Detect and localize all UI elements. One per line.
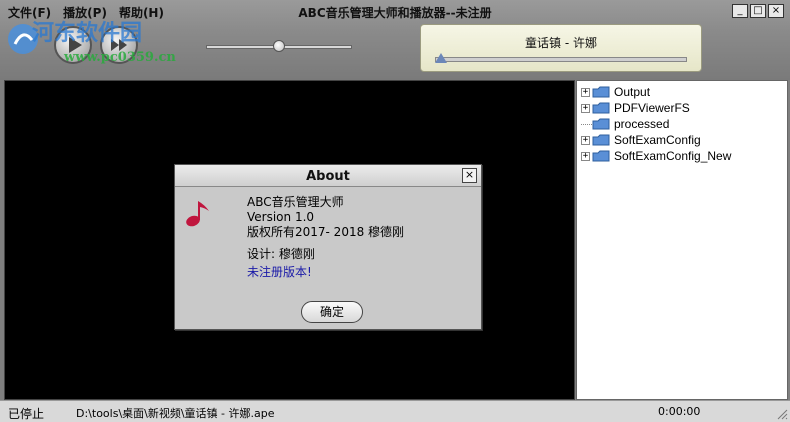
volume-slider-thumb[interactable] xyxy=(273,40,285,52)
file-path: D:\tools\桌面\新视频\童话镇 - 许娜.ape xyxy=(76,407,275,420)
tree-item-softexamconfig[interactable]: + SoftExamConfig xyxy=(581,132,701,148)
tree-item-pdfviewerfs[interactable]: + PDFViewerFS xyxy=(581,100,690,116)
tree-item-processed[interactable]: processed xyxy=(581,116,669,132)
dialog-title: About xyxy=(306,169,350,184)
tree-item-label: SoftExamConfig_New xyxy=(614,149,732,163)
about-dialog: About × ABC音乐管理大师 Version 1.0 版权所有2017- … xyxy=(174,164,482,330)
dialog-close-button[interactable]: × xyxy=(462,168,477,183)
about-app-name: ABC音乐管理大师 xyxy=(247,195,344,209)
music-note-icon xyxy=(186,201,209,227)
tree-item-label: PDFViewerFS xyxy=(614,101,690,115)
ok-button[interactable]: 确定 xyxy=(301,301,363,323)
expand-icon[interactable]: + xyxy=(581,103,590,113)
close-button[interactable]: × xyxy=(768,4,784,18)
elapsed-time: 0:00:00 xyxy=(658,405,701,418)
dialog-titlebar[interactable]: About × xyxy=(175,165,481,187)
folder-icon xyxy=(592,118,610,130)
window-controls: _ □ × xyxy=(732,4,784,18)
status-bar: 已停止 D:\tools\桌面\新视频\童话镇 - 许娜.ape 0:00:00 xyxy=(0,400,790,422)
about-version: Version 1.0 xyxy=(247,210,315,224)
tree-connector xyxy=(581,123,592,125)
now-playing-panel: 童话镇 - 许娜 xyxy=(420,24,702,72)
tree-item-output[interactable]: + Output xyxy=(581,84,650,100)
watermark-url: www.pc0359.cn xyxy=(64,50,176,65)
folder-icon xyxy=(592,86,610,98)
tree-item-label: processed xyxy=(614,117,670,131)
top-toolbar: 文件(F) 播放(P) 帮助(H) ABC音乐管理大师和播放器--未注册 _ □… xyxy=(0,0,790,80)
folder-icon xyxy=(592,150,610,162)
expand-icon[interactable]: + xyxy=(581,135,590,145)
now-playing-title: 童话镇 - 许娜 xyxy=(525,36,597,50)
progress-slider-thumb[interactable] xyxy=(435,53,447,63)
watermark-text: 河东软件园 xyxy=(32,20,143,46)
tree-item-label: SoftExamConfig xyxy=(614,133,701,147)
tree-item-label: Output xyxy=(614,85,651,99)
dialog-body: ABC音乐管理大师 Version 1.0 版权所有2017- 2018 穆德刚… xyxy=(247,195,404,280)
expand-icon[interactable]: + xyxy=(581,87,590,97)
about-designer: 设计: 穆德刚 xyxy=(247,247,315,261)
folder-icon xyxy=(592,102,610,114)
about-copyright: 版权所有2017- 2018 穆德刚 xyxy=(247,225,405,239)
folder-icon xyxy=(592,134,610,146)
expand-icon[interactable]: + xyxy=(581,151,590,161)
maximize-button[interactable]: □ xyxy=(750,4,766,18)
folder-tree[interactable]: + Output + PDFViewerFS processed + SoftE… xyxy=(576,80,788,400)
about-unregistered: 未注册版本! xyxy=(247,265,312,279)
resize-grip-icon[interactable] xyxy=(776,408,788,420)
playback-state: 已停止 xyxy=(8,407,45,421)
minimize-button[interactable]: _ xyxy=(732,4,748,18)
tree-item-softexamconfig-new[interactable]: + SoftExamConfig_New xyxy=(581,148,731,164)
progress-slider[interactable] xyxy=(435,57,687,62)
